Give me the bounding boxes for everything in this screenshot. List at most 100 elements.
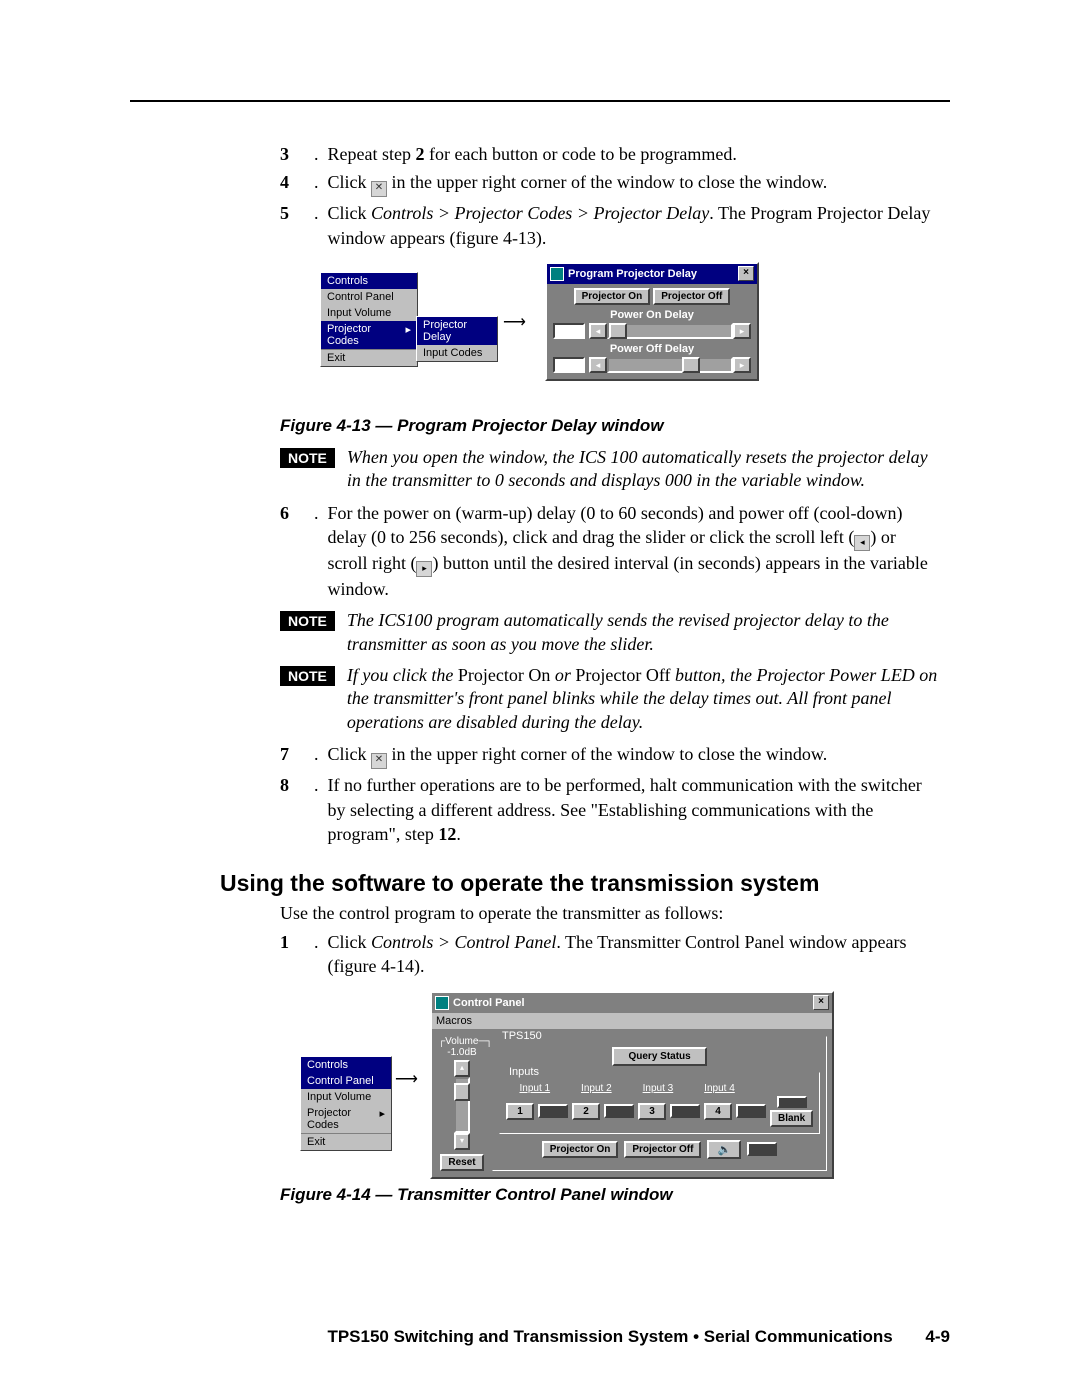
note-text: When you open the window, the ICS 100 au… (347, 446, 940, 493)
slider-track[interactable] (607, 357, 733, 373)
projector-off-button[interactable]: Projector Off (653, 288, 730, 305)
menu-header[interactable]: Controls (301, 1057, 391, 1073)
close-button[interactable]: × (738, 266, 754, 281)
slider-thumb[interactable] (609, 323, 627, 339)
volume-panel: ┌Volume─┐ -1.0dB ▴ ▾ Reset (438, 1036, 486, 1171)
step-number: 4 (280, 170, 314, 197)
group-label: Inputs (506, 1066, 542, 1078)
note-text: The ICS100 program automatically sends t… (347, 609, 940, 656)
close-icon (371, 181, 387, 197)
menu-item-control-panel[interactable]: Control Panel (301, 1073, 391, 1089)
menu-item-input-volume[interactable]: Input Volume (301, 1089, 391, 1105)
note-badge: NOTE (280, 666, 335, 686)
scroll-left-icon: ◂ (854, 535, 870, 551)
note-3: NOTE If you click the Projector On or Pr… (280, 664, 940, 734)
controls-menu[interactable]: Controls Control Panel Input Volume Proj… (300, 1056, 392, 1151)
footer-text: TPS150 Switching and Transmission System… (327, 1327, 892, 1346)
step-number: 3 (280, 142, 314, 166)
control-panel-dialog: Control Panel × Macros ┌Volume─┐ -1.0dB … (430, 991, 834, 1179)
input-2-button[interactable]: 2 (572, 1103, 600, 1120)
input-4-indicator (736, 1104, 766, 1118)
menu-header[interactable]: Controls (321, 273, 417, 289)
page-footer: TPS150 Switching and Transmission System… (327, 1327, 950, 1347)
page-number: 4-9 (925, 1327, 950, 1346)
scroll-up-icon[interactable]: ▴ (454, 1060, 470, 1077)
power-off-delay-slider[interactable]: ◂ ▸ (589, 357, 751, 373)
menu-label: Projector Codes (327, 323, 405, 347)
projector-codes-submenu[interactable]: Projector Delay Input Codes (416, 316, 498, 362)
note-text: If you click the Projector On or Project… (347, 664, 940, 734)
menu-item-exit[interactable]: Exit (321, 349, 417, 366)
text-fragment: Click (328, 932, 372, 952)
group-label: TPS150 (499, 1030, 545, 1042)
query-status-button[interactable]: Query Status (612, 1047, 706, 1066)
input-3-button[interactable]: 3 (638, 1103, 666, 1120)
input-2-label: Input 2 (581, 1083, 612, 1094)
text-fragment: Repeat step (328, 144, 416, 164)
note-badge: NOTE (280, 611, 335, 631)
projector-on-button[interactable]: Projector On (574, 288, 651, 305)
text-fragment: for each button or code to be programmed… (424, 144, 736, 164)
scroll-right-icon[interactable]: ▸ (733, 323, 751, 339)
submenu-item-projector-delay[interactable]: Projector Delay (417, 317, 497, 345)
projector-on-button[interactable]: Projector On (542, 1141, 619, 1158)
menu-item-control-panel[interactable]: Control Panel (321, 289, 417, 305)
step-separator: . (314, 742, 328, 769)
slider-track[interactable] (454, 1077, 470, 1133)
text-fragment: in the upper right corner of the window … (387, 744, 827, 764)
step-text: For the power on (warm-up) delay (0 to 6… (328, 501, 941, 602)
menu-item-projector-codes[interactable]: Projector Codes▸ (321, 321, 417, 349)
step-separator: . (314, 170, 328, 197)
menu-path: Controls > Projector Codes > Projector D… (371, 203, 709, 223)
scroll-left-icon[interactable]: ◂ (589, 357, 607, 373)
text-fragment: Click (328, 203, 372, 223)
menu-path: Controls > Control Panel (371, 932, 556, 952)
step-5: 5. Click Controls > Projector Codes > Pr… (280, 201, 940, 250)
program-projector-delay-dialog: Program Projector Delay × Projector On P… (545, 262, 759, 381)
scroll-right-icon[interactable]: ▸ (733, 357, 751, 373)
projector-off-button[interactable]: Projector Off (624, 1141, 701, 1158)
menu-item-projector-codes[interactable]: Projector Codes▸ (301, 1105, 391, 1133)
volume-slider[interactable]: ▴ ▾ (454, 1060, 470, 1150)
text-fragment: Projector Off (575, 665, 670, 685)
slider-thumb[interactable] (454, 1083, 470, 1101)
step-number: 8 (280, 773, 314, 846)
menu-item-exit[interactable]: Exit (301, 1133, 391, 1150)
dialog-titlebar[interactable]: Program Projector Delay × (547, 264, 757, 284)
dialog-titlebar[interactable]: Control Panel × (432, 993, 832, 1013)
app-icon (550, 267, 564, 281)
close-button[interactable]: × (813, 995, 829, 1010)
input-3-label: Input 3 (643, 1083, 674, 1094)
mute-button[interactable]: 🔈 (707, 1140, 741, 1159)
menubar[interactable]: Macros (432, 1013, 832, 1030)
power-off-delay-value[interactable]: 180 (553, 357, 585, 373)
step-text: Repeat step 2 for each button or code to… (328, 142, 737, 166)
text-fragment: Click (328, 172, 372, 192)
volume-label: ┌Volume─┐ (438, 1036, 486, 1047)
power-on-delay-label: Power On Delay (553, 309, 751, 321)
slider-thumb[interactable] (682, 357, 700, 373)
input-1-button[interactable]: 1 (506, 1103, 534, 1120)
controls-menu[interactable]: Controls Control Panel Input Volume Proj… (320, 272, 418, 367)
figure-4-13: Controls Control Panel Input Volume Proj… (320, 262, 940, 402)
step-3: 3. Repeat step 2 for each button or code… (280, 142, 940, 166)
menubar-item-macros[interactable]: Macros (436, 1015, 472, 1027)
power-on-delay-value[interactable]: 030 (553, 323, 585, 339)
input-4-button[interactable]: 4 (704, 1103, 732, 1120)
step-separator: . (314, 501, 328, 602)
scroll-down-icon[interactable]: ▾ (454, 1133, 470, 1150)
slider-track[interactable] (607, 323, 733, 339)
power-on-delay-slider[interactable]: ◂ ▸ (589, 323, 751, 339)
submenu-item-input-codes[interactable]: Input Codes (417, 345, 497, 361)
app-icon (435, 996, 449, 1010)
menu-item-input-volume[interactable]: Input Volume (321, 305, 417, 321)
reset-button[interactable]: Reset (440, 1154, 483, 1171)
scroll-left-icon[interactable]: ◂ (589, 323, 607, 339)
note-1: NOTE When you open the window, the ICS 1… (280, 446, 940, 493)
figure-4-14-caption: Figure 4-14 — Transmitter Control Panel … (280, 1185, 940, 1205)
blank-button[interactable]: Blank (770, 1110, 813, 1127)
text-fragment: in the upper right corner of the window … (387, 172, 827, 192)
main-content: 3. Repeat step 2 for each button or code… (280, 142, 940, 1205)
bold-fragment: 12 (438, 824, 456, 844)
dialog-title: Control Panel (453, 997, 525, 1009)
